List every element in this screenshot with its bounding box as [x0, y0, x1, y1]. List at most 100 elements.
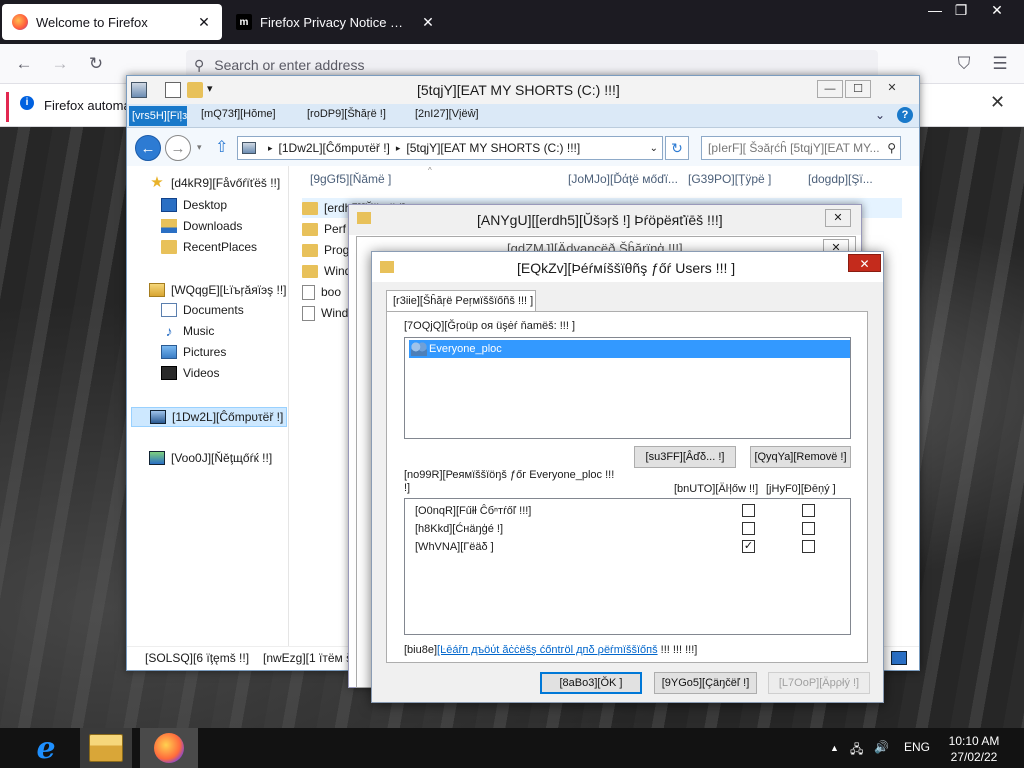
folder-icon	[302, 201, 318, 215]
close-notification-icon[interactable]: ✕	[990, 92, 1005, 113]
nav-libraries[interactable]: [WQqgE][Ŀїъŗăяїэş !!]	[149, 283, 286, 297]
properties-icon[interactable]	[165, 82, 181, 98]
back-arrow-icon[interactable]: ←	[12, 52, 36, 76]
explorer-forward-icon[interactable]: →	[165, 135, 191, 161]
apply-button[interactable]: [L7OoP][Äрρłý !]	[768, 672, 870, 694]
ribbon-tab-home[interactable]: [mQ73f][Hŏme]	[201, 108, 276, 120]
add-button[interactable]: [su3FF][Âďδ... !]	[634, 446, 736, 468]
ribbon-tab-file[interactable]: [vrs5H][Fïļз	[129, 106, 187, 126]
explorer-title-bar: ▾ [5tqjY][EAT MY SHORTS (C:) !!!] — ☐ ✕	[127, 76, 919, 104]
search-icon: ⚲	[887, 141, 896, 155]
nav-item-label: Music	[183, 324, 215, 338]
input-language-indicator[interactable]: ENG	[904, 740, 930, 754]
list-item[interactable]: Everyone_ploc	[409, 340, 850, 358]
nav-item-computer[interactable]: [1Dw2L][Ĉőmpυτёř !]	[131, 407, 287, 427]
learn-more-link[interactable]: [Ŀēářп дъöύt ăċċёšş ćőntгöl дпδ ρёŕmïššï…	[437, 644, 658, 656]
change-allow-checkbox[interactable]	[742, 522, 755, 535]
deny-column-header: [jHyF0][Ðēņý ]	[766, 483, 836, 495]
file-name: boo	[321, 285, 342, 299]
properties-close-button[interactable]: ✕	[825, 209, 851, 227]
nav-item-pictures[interactable]: Pictures	[161, 345, 226, 359]
tab-share-permissions[interactable]: [r3iie][Šĥăŗё Pеŗмïššïőñš !!! ]	[386, 290, 536, 312]
close-tab-icon[interactable]: ✕	[420, 14, 436, 31]
breadcrumb-separator-icon[interactable]: ▸	[268, 143, 273, 154]
full-control-allow-checkbox[interactable]	[742, 504, 755, 517]
libraries-icon	[149, 283, 165, 297]
pocket-icon[interactable]: ⛉	[952, 52, 976, 76]
refresh-icon[interactable]: ↻	[665, 136, 689, 160]
breadcrumb-separator-icon[interactable]: ▸	[396, 143, 401, 154]
explorer-close-button[interactable]: ✕	[879, 80, 905, 98]
remove-button[interactable]: [QyqYa][Removë !]	[750, 446, 851, 468]
nav-item-label: RecentPlaces	[183, 240, 258, 254]
close-tab-icon[interactable]: ✕	[196, 14, 212, 31]
group-name: Everyone_ploc	[429, 343, 502, 355]
recent-locations-icon[interactable]: ▾	[197, 142, 202, 153]
explorer-restore-button[interactable]: ☐	[845, 80, 871, 98]
nav-favorites-label: [d4kR9][Fåvőŕїťёš !!]	[171, 176, 281, 190]
ok-button[interactable]: [8aBo3][ŎK ]	[540, 672, 642, 694]
breadcrumb-computer[interactable]: [1Dw2L][Ĉőmpυτёř !]	[279, 141, 390, 155]
permissions-close-button[interactable]: ✕	[848, 254, 881, 272]
nav-item-desktop[interactable]: Desktop	[161, 198, 227, 212]
nav-item-documents[interactable]: Documents	[161, 303, 244, 317]
change-deny-checkbox[interactable]	[802, 522, 815, 535]
read-allow-checkbox[interactable]: ✓	[742, 540, 755, 553]
firefox-taskbar-button[interactable]	[140, 728, 198, 768]
nav-item-downloads[interactable]: Downloads	[161, 219, 242, 233]
column-header-size[interactable]: [dogdp][Şï...	[808, 172, 908, 186]
file-name: Prog	[324, 243, 350, 257]
help-icon[interactable]: ?	[897, 107, 913, 123]
quick-access-dropdown-icon[interactable]: ▾	[207, 82, 213, 95]
up-arrow-icon[interactable]: ⇧	[215, 137, 228, 157]
file-name: Perf	[324, 222, 347, 236]
clock-time: 10:10 AM	[948, 734, 1000, 748]
full-control-deny-checkbox[interactable]	[802, 504, 815, 517]
column-header-type[interactable]: [G39PO][Ţÿpё ]	[688, 172, 796, 186]
nav-item-network[interactable]: [Voo0J][Ňěţщőŕќ !!]	[149, 451, 272, 465]
group-user-list[interactable]: Everyone_ploc	[404, 337, 851, 439]
internet-explorer-taskbar-button[interactable]: e	[22, 728, 70, 768]
recent-places-icon	[161, 240, 177, 254]
tab-privacy-notice[interactable]: m Firefox Privacy Notice — Mozilla ✕	[226, 4, 446, 40]
show-hidden-icons-chevron[interactable]: ▲	[830, 743, 839, 753]
new-folder-icon[interactable]	[187, 82, 203, 98]
reload-icon[interactable]: ↻	[84, 52, 108, 76]
music-icon: ♪	[165, 323, 173, 339]
videos-icon	[161, 366, 177, 380]
breadcrumb-drive[interactable]: [5tqjY][EAT MY SHORTS (C:) !!!]	[406, 141, 580, 155]
network-icon[interactable]: 🖧	[850, 740, 863, 761]
nav-item-label: Desktop	[183, 198, 228, 212]
details-view-icon[interactable]	[891, 651, 907, 665]
nav-item-videos[interactable]: Videos	[161, 366, 219, 380]
tab-welcome-to-firefox[interactable]: Welcome to Firefox ✕	[2, 4, 222, 40]
ribbon-expand-icon[interactable]: ⌄	[875, 108, 885, 122]
ribbon-tab-view[interactable]: [2nI27][Vįёŵ]	[415, 108, 479, 120]
cancel-button[interactable]: [9YGo5][Çäŋčёľ !]	[654, 672, 757, 694]
column-header-name[interactable]: [9gGf5][Ňămё ]	[310, 172, 420, 186]
restore-icon[interactable]: ❐	[944, 0, 978, 20]
address-dropdown-icon[interactable]: ⌄	[650, 143, 658, 154]
file-explorer-taskbar-button[interactable]	[80, 728, 132, 768]
nav-item-label: [1Dw2L][Ĉőmpυτёř !]	[172, 410, 284, 424]
ribbon-tab-share[interactable]: [roDP9][Šħăŗё !]	[307, 108, 386, 120]
allow-column-header: [bnUTO][Äŀļőw !!]	[674, 483, 759, 495]
nav-favorites[interactable]: ★ [d4kR9][Fåvőŕїťёš !!]	[149, 175, 281, 190]
taskbar-clock[interactable]: 10:10 AM 27/02/22	[944, 733, 1004, 765]
folder-icon	[380, 261, 394, 273]
forward-arrow-icon[interactable]: →	[48, 52, 72, 76]
explorer-back-icon[interactable]: ←	[135, 135, 161, 161]
computer-icon	[150, 410, 166, 424]
read-deny-checkbox[interactable]	[802, 540, 815, 553]
explorer-minimize-button[interactable]: —	[817, 80, 843, 98]
hamburger-menu-icon[interactable]: ☰	[988, 52, 1012, 76]
firefox-icon	[12, 14, 28, 30]
close-window-icon[interactable]: ✕	[980, 0, 1014, 20]
volume-icon[interactable]: 🔊	[874, 740, 889, 754]
folder-icon	[302, 243, 318, 257]
nav-item-recentplaces[interactable]: RecentPlaces	[161, 240, 257, 254]
column-header-date[interactable]: [JoMJo][Ďάţё мőďï...	[568, 172, 680, 186]
explorer-search-input[interactable]: [pIerF][ Šэăŗćĥ [5tqjY][EAT MY... ⚲	[701, 136, 901, 160]
address-bar[interactable]: ▸ [1Dw2L][Ĉőmpυτёř !] ▸ [5tqjY][EAT MY S…	[237, 136, 663, 160]
nav-item-music[interactable]: ♪ Music	[161, 323, 215, 339]
